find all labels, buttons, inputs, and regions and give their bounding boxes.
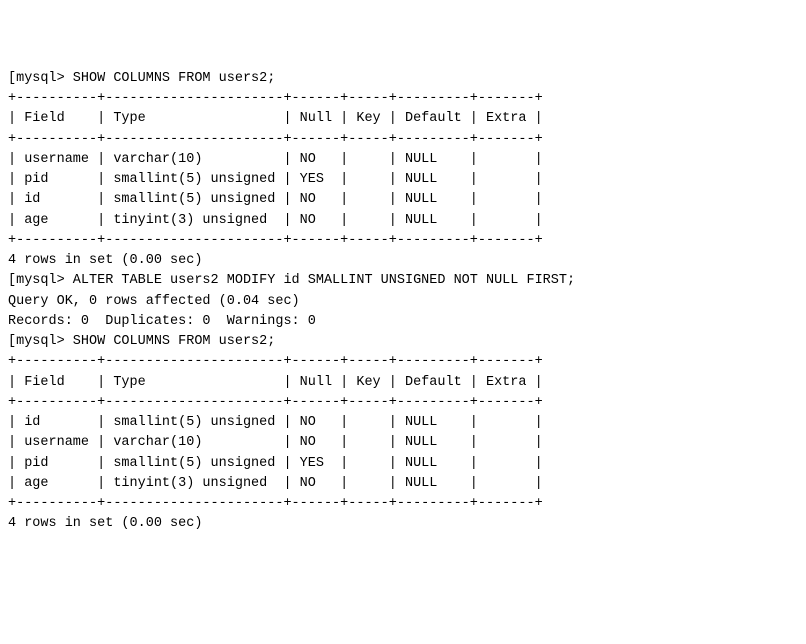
table-border: +----------+----------------------+-----… bbox=[8, 352, 798, 372]
table-row: | age | tinyint(3) unsigned | NO | | NUL… bbox=[8, 211, 798, 231]
table-border: +----------+----------------------+-----… bbox=[8, 393, 798, 413]
prompt-line: [mysql> SHOW COLUMNS FROM users2; bbox=[8, 69, 798, 89]
table-row: | id | smallint(5) unsigned | NO | | NUL… bbox=[8, 413, 798, 433]
prompt-line: [mysql> SHOW COLUMNS FROM users2; bbox=[8, 332, 798, 352]
table-border: +----------+----------------------+-----… bbox=[8, 89, 798, 109]
table-border: +----------+----------------------+-----… bbox=[8, 231, 798, 251]
table-border: +----------+----------------------+-----… bbox=[8, 130, 798, 150]
table-row: | id | smallint(5) unsigned | NO | | NUL… bbox=[8, 190, 798, 210]
table-row: | pid | smallint(5) unsigned | YES | | N… bbox=[8, 170, 798, 190]
table-row: | pid | smallint(5) unsigned | YES | | N… bbox=[8, 454, 798, 474]
table-header: | Field | Type | Null | Key | Default | … bbox=[8, 373, 798, 393]
result-line: Query OK, 0 rows affected (0.04 sec) bbox=[8, 292, 798, 312]
table-border: +----------+----------------------+-----… bbox=[8, 494, 798, 514]
table-row: | age | tinyint(3) unsigned | NO | | NUL… bbox=[8, 474, 798, 494]
table-row: | username | varchar(10) | NO | | NULL |… bbox=[8, 433, 798, 453]
prompt-line: [mysql> ALTER TABLE users2 MODIFY id SMA… bbox=[8, 271, 798, 291]
result-line: Records: 0 Duplicates: 0 Warnings: 0 bbox=[8, 312, 798, 332]
table-row: | username | varchar(10) | NO | | NULL |… bbox=[8, 150, 798, 170]
result-footer: 4 rows in set (0.00 sec) bbox=[8, 514, 798, 534]
result-footer: 4 rows in set (0.00 sec) bbox=[8, 251, 798, 271]
terminal-output: [mysql> SHOW COLUMNS FROM users2;+------… bbox=[8, 69, 798, 535]
table-header: | Field | Type | Null | Key | Default | … bbox=[8, 109, 798, 129]
